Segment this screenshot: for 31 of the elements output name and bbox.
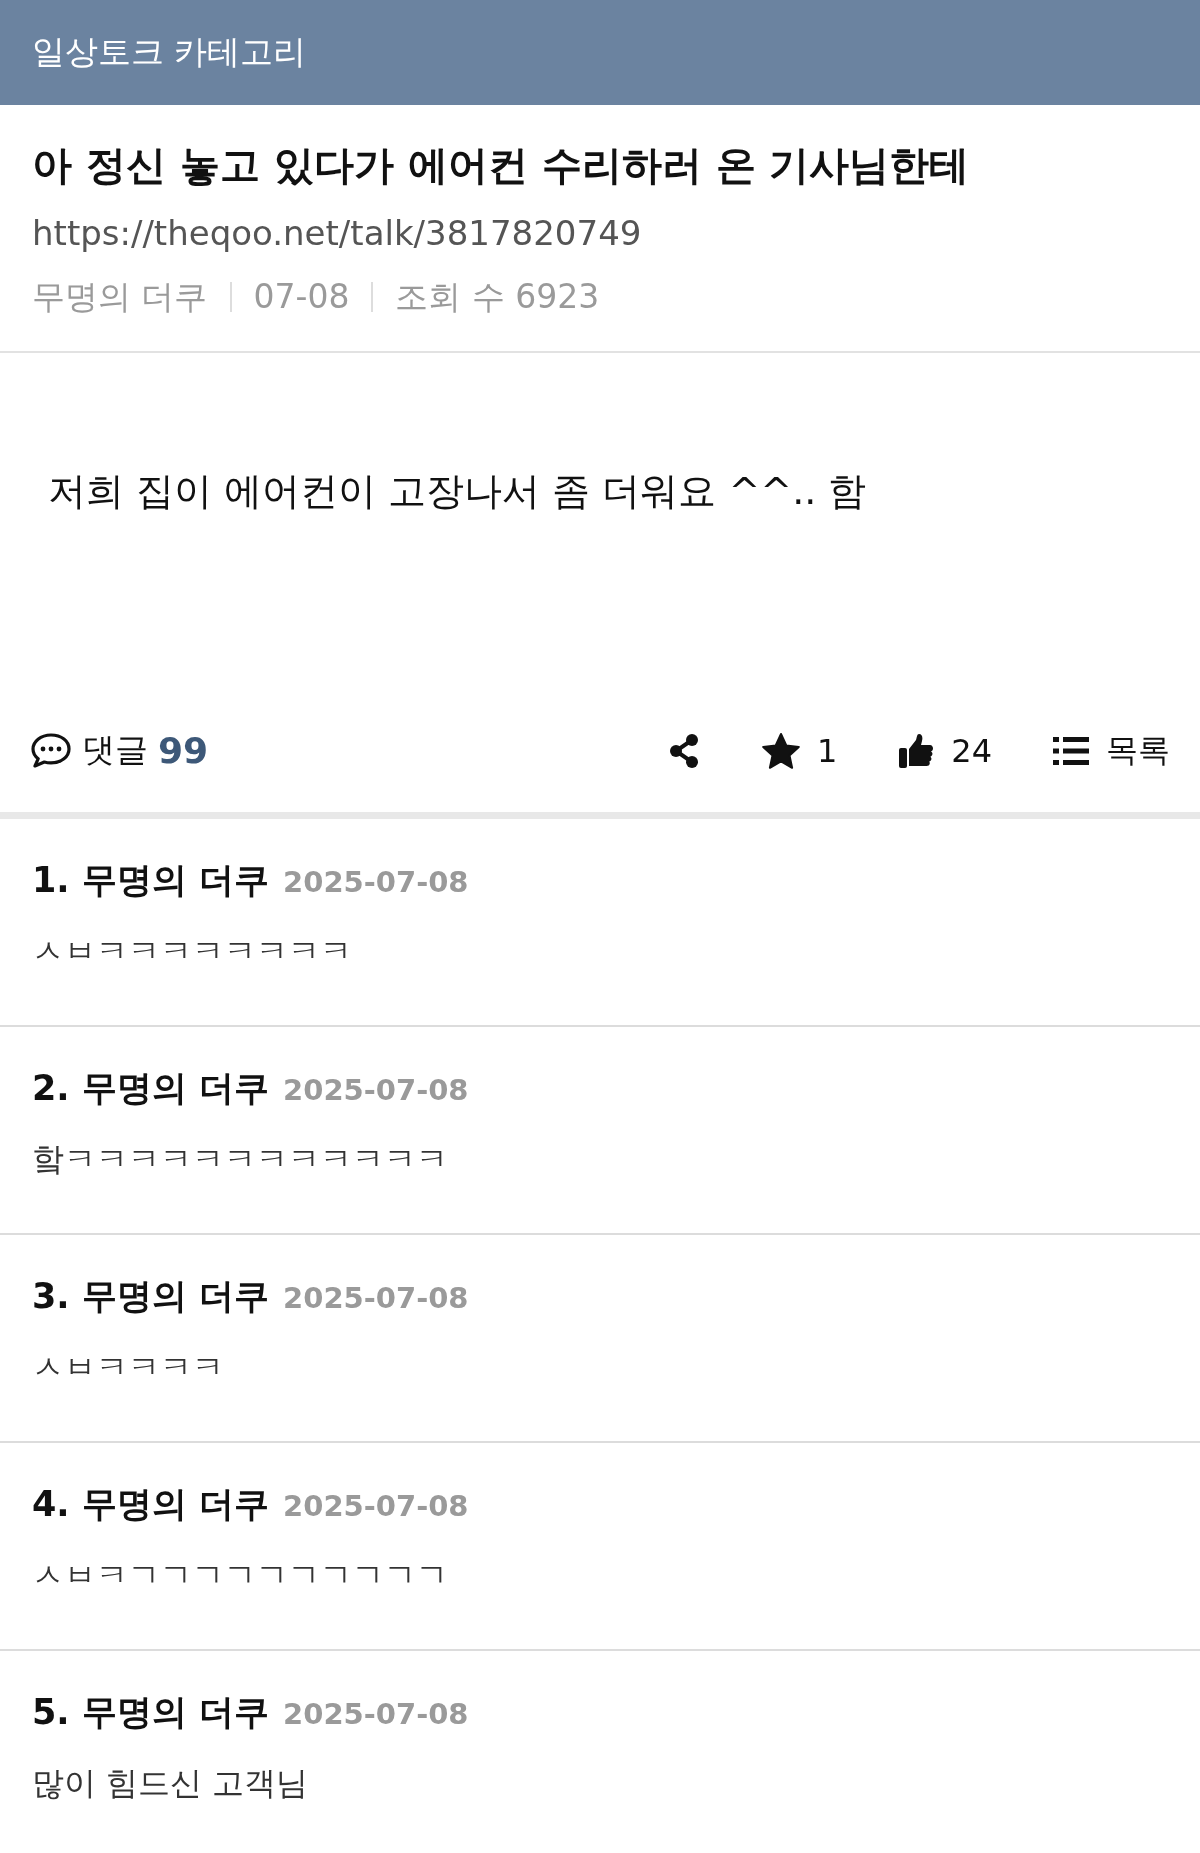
post-title: 아 정신 놓고 있다가 에어컨 수리하러 온 기사님한테 [32,141,970,190]
comment-text: 많이 힘드신 고객님 [32,1763,310,1804]
comment-author: 4. 무명의 더쿠 [32,1483,270,1526]
star-icon [760,731,801,770]
comment-icon [30,731,72,770]
view-count: 조회 수 6923 [395,276,600,318]
comment-author: 5. 무명의 더쿠 [32,1691,270,1734]
comment-date: 2025-07-08 [283,1697,469,1731]
comment-date: 2025-07-08 [283,1281,469,1315]
list-button[interactable]: 목록 [1052,728,1170,773]
comment-count: 99 [158,730,209,771]
post-link[interactable]: https://theqoo.net/talk/3817820749 [32,201,642,265]
like-button[interactable]: 24 [897,731,992,770]
post-date: 07-08 [253,276,350,318]
comment-date: 2025-07-08 [283,1073,469,1107]
comment-author: 1. 무명의 더쿠 [32,859,270,902]
comment-author: 2. 무명의 더쿠 [32,1067,270,1110]
comment-author: 3. 무명의 더쿠 [32,1275,270,1318]
comment-text: ㅅㅂㅋㅋㅋㅋㅋㅋㅋㅋ [32,931,353,972]
comment-text: ㅅㅂㅋㅋㅋㅋ [32,1347,225,1388]
thumbs-up-icon [897,731,936,770]
comment-date: 2025-07-08 [283,865,469,899]
comment-text: 핰ㅋㅋㅋㅋㅋㅋㅋㅋㅋㅋㅋㅋ [32,1139,449,1180]
list-icon [1052,734,1090,767]
comment-text: ㅅㅂㅋㄱㄱㄱㄱㄱㄱㄱㄱㄱㄱ [32,1555,449,1596]
post-body: 저희 집이 에어컨이 고장나서 좀 더워요 ^^.. 함 [48,468,867,515]
favorite-button[interactable]: 1 [760,731,838,770]
comment-date: 2025-07-08 [283,1489,469,1523]
comments-label: 댓글 [82,729,148,771]
category-title: 일상토크 카테고리 [32,31,307,73]
post-author: 무명의 더쿠 [32,276,208,318]
